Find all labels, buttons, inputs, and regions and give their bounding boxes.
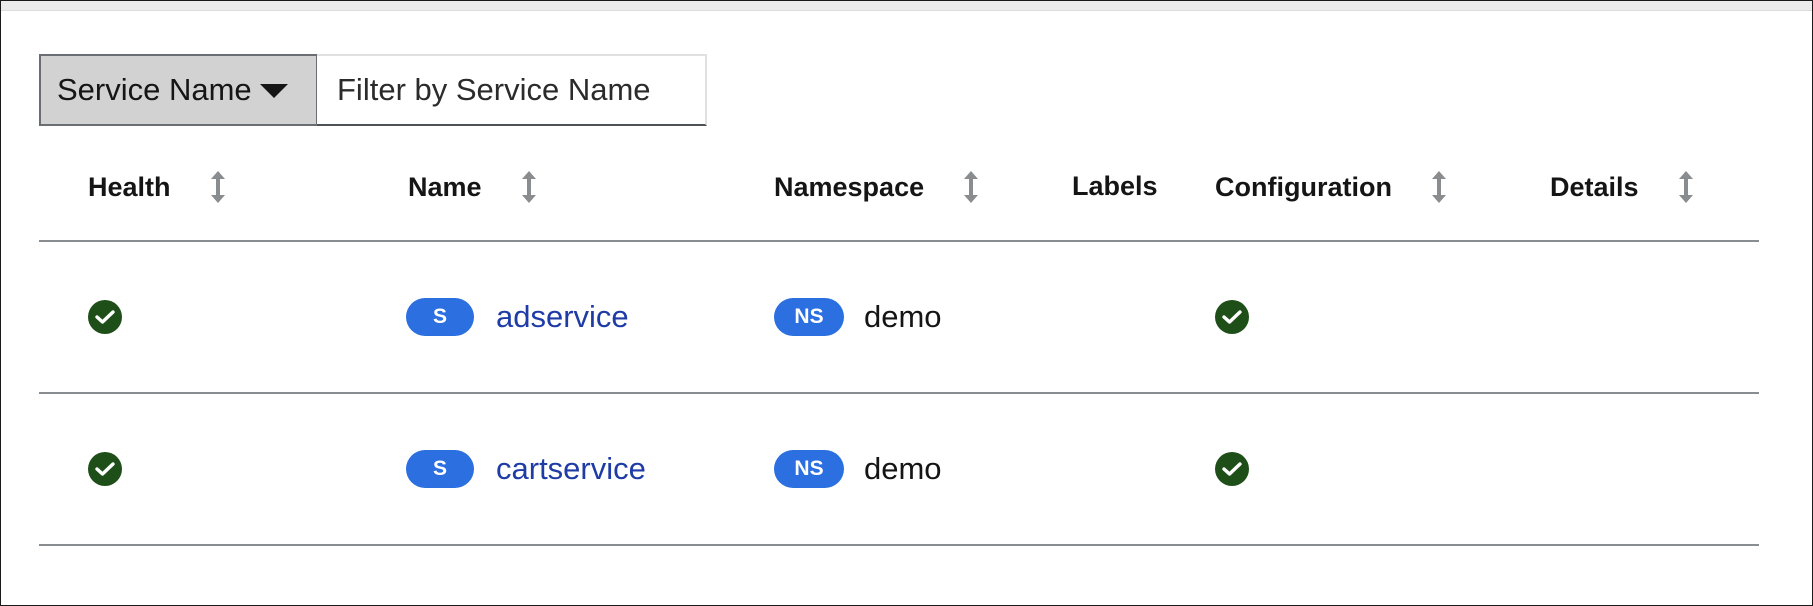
service-badge: S bbox=[406, 450, 474, 488]
column-header-namespace[interactable]: Namespace bbox=[774, 171, 979, 203]
column-header-label: Health bbox=[88, 171, 171, 202]
configuration-cell bbox=[1215, 394, 1249, 544]
service-badge: S bbox=[406, 298, 474, 336]
check-circle-icon bbox=[88, 452, 122, 486]
filter-type-label: Service Name bbox=[57, 72, 252, 107]
namespace-badge: NS bbox=[774, 298, 844, 336]
namespace-badge: NS bbox=[774, 450, 844, 488]
namespace-cell: NS demo bbox=[774, 394, 942, 544]
column-header-label: Namespace bbox=[774, 171, 925, 202]
table-header: Health Name Namespace Labels Configurati… bbox=[39, 151, 1759, 242]
namespace-text: demo bbox=[864, 451, 942, 486]
filter-input[interactable] bbox=[317, 56, 705, 124]
check-circle-icon bbox=[1215, 452, 1249, 486]
column-header-label: Name bbox=[408, 171, 482, 202]
sort-icon[interactable] bbox=[964, 171, 979, 203]
namespace-cell: NS demo bbox=[774, 242, 942, 392]
column-header-label: Configuration bbox=[1215, 171, 1392, 202]
column-header-health[interactable]: Health bbox=[88, 171, 225, 203]
health-cell bbox=[88, 394, 122, 544]
services-table: Health Name Namespace Labels Configurati… bbox=[39, 151, 1759, 546]
name-cell: S cartservice bbox=[406, 394, 646, 544]
column-header-label: Labels bbox=[1072, 171, 1158, 201]
filter-toolbar: Service Name bbox=[39, 54, 707, 128]
column-header-configuration[interactable]: Configuration bbox=[1215, 171, 1446, 203]
namespace-text: demo bbox=[864, 299, 942, 334]
sort-icon[interactable] bbox=[210, 171, 225, 203]
caret-down-icon bbox=[259, 84, 288, 98]
table-row: S adservice NS demo bbox=[39, 242, 1759, 394]
column-header-details[interactable]: Details bbox=[1550, 171, 1693, 203]
configuration-cell bbox=[1215, 242, 1249, 392]
sort-icon[interactable] bbox=[1431, 171, 1446, 203]
sort-icon[interactable] bbox=[1678, 171, 1693, 203]
service-link[interactable]: cartservice bbox=[496, 451, 646, 487]
column-header-name[interactable]: Name bbox=[408, 171, 536, 203]
column-header-labels: Labels bbox=[1072, 171, 1158, 202]
filter-type-dropdown[interactable]: Service Name bbox=[39, 54, 317, 126]
name-cell: S adservice bbox=[406, 242, 629, 392]
sort-icon[interactable] bbox=[521, 171, 536, 203]
health-cell bbox=[88, 242, 122, 392]
table-row: S cartservice NS demo bbox=[39, 394, 1759, 546]
page-frame: Service Name Health Name Namespace Label… bbox=[0, 0, 1813, 606]
check-circle-icon bbox=[1215, 300, 1249, 334]
column-header-label: Details bbox=[1550, 171, 1639, 202]
service-link[interactable]: adservice bbox=[496, 299, 629, 335]
top-strip bbox=[1, 1, 1812, 11]
filter-input-wrapper bbox=[317, 54, 707, 126]
check-circle-icon bbox=[88, 300, 122, 334]
